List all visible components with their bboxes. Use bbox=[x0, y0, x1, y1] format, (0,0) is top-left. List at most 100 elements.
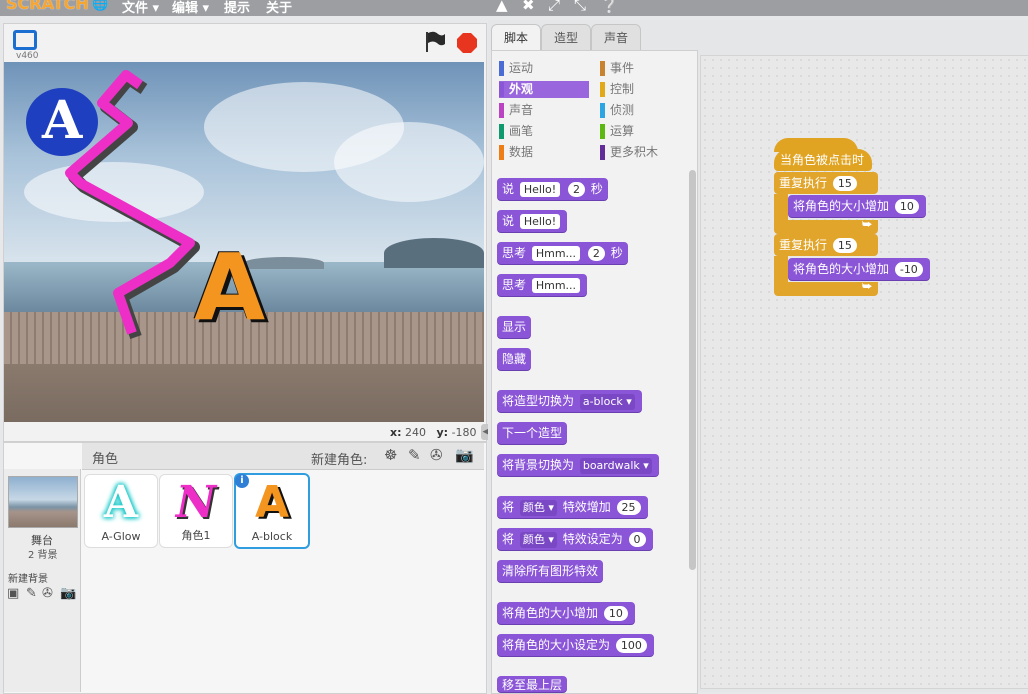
camera-backdrop-icon[interactable]: 📷 bbox=[60, 586, 76, 601]
think-text-input[interactable]: Hmm... bbox=[531, 246, 581, 261]
loop-arrow-icon: ⮩ bbox=[862, 280, 873, 293]
sprite-info-icon[interactable]: i bbox=[235, 474, 249, 488]
repeat-count-input-2[interactable]: 15 bbox=[832, 238, 857, 253]
category-swatch bbox=[499, 103, 504, 118]
version-label: v460 bbox=[16, 51, 39, 61]
repeat-count-input-1[interactable]: 15 bbox=[832, 176, 857, 191]
category-swatch bbox=[600, 145, 605, 160]
category-swatch bbox=[600, 124, 605, 139]
new-sprite-label: 新建角色: bbox=[311, 453, 368, 468]
category-swatch bbox=[499, 124, 504, 139]
size-amount-input-2[interactable]: -10 bbox=[894, 262, 923, 277]
choose-backdrop-icon[interactable]: ▣ bbox=[7, 586, 19, 601]
effect-dropdown[interactable]: 颜色 ▾ bbox=[519, 499, 557, 516]
set-size-block[interactable]: 将角色的大小设定为 100 bbox=[497, 634, 654, 656]
category-swatch bbox=[600, 103, 605, 118]
a-glow-sprite-letter: A bbox=[42, 90, 83, 151]
sprites-title: 角色 bbox=[92, 452, 119, 467]
think-text-input[interactable]: Hmm... bbox=[531, 278, 581, 293]
say-block[interactable]: 说 Hello! bbox=[497, 210, 568, 232]
change-size-block-1[interactable]: 将角色的大小增加 10 bbox=[788, 195, 926, 217]
stop-icon[interactable] bbox=[456, 32, 478, 57]
show-block[interactable]: 显示 bbox=[497, 316, 532, 338]
category-swatch bbox=[499, 61, 504, 76]
switch-costume-block[interactable]: 将造型切换为 a-block ▾ bbox=[497, 390, 642, 412]
category-more-blocks[interactable]: 更多积木 bbox=[600, 144, 698, 161]
upload-sprite-icon[interactable]: ✇ bbox=[430, 446, 443, 464]
change-size-block[interactable]: 将角色的大小增加 10 bbox=[497, 602, 635, 624]
upload-backdrop-icon[interactable]: ✇ bbox=[42, 586, 53, 601]
category-swatch bbox=[499, 82, 504, 97]
when-sprite-clicked-block[interactable]: 当角色被点击时 bbox=[774, 149, 872, 171]
sprite-name: A-Glow bbox=[101, 530, 141, 543]
help-icon[interactable]: ❔ bbox=[600, 0, 619, 14]
stage-thumbnail[interactable] bbox=[8, 476, 78, 528]
size-value-input[interactable]: 100 bbox=[615, 638, 647, 653]
effect-amount-input[interactable]: 25 bbox=[616, 500, 641, 515]
next-costume-block[interactable]: 下一个造型 bbox=[497, 422, 568, 444]
globe-icon[interactable]: 🌐 bbox=[92, 0, 108, 12]
say-secs-input[interactable]: 2 bbox=[567, 182, 585, 197]
shrink-icon[interactable]: ⤡ bbox=[574, 0, 586, 14]
a-block-sprite[interactable]: A bbox=[194, 242, 265, 334]
category-sound[interactable]: 声音 bbox=[499, 102, 597, 119]
say-for-secs-block[interactable]: 说 Hello! 2 秒 bbox=[497, 178, 608, 200]
set-effect-block[interactable]: 将 颜色 ▾ 特效设定为 0 bbox=[497, 528, 653, 550]
go-to-front-block[interactable]: 移至最上层 bbox=[497, 676, 568, 692]
hide-block[interactable]: 隐藏 bbox=[497, 348, 532, 370]
category-data[interactable]: 数据 bbox=[499, 144, 597, 161]
think-block[interactable]: 思考 Hmm... bbox=[497, 274, 588, 296]
category-events[interactable]: 事件 bbox=[600, 60, 698, 77]
duplicate-icon[interactable]: ▲ bbox=[496, 0, 508, 14]
mouse-coords: x: 240 y: -180 bbox=[390, 426, 477, 439]
change-size-block-2[interactable]: 将角色的大小增加 -10 bbox=[788, 258, 930, 280]
paint-backdrop-icon[interactable]: ✎ bbox=[26, 586, 37, 601]
mountain bbox=[384, 238, 484, 268]
green-flag-icon[interactable] bbox=[424, 30, 446, 57]
fullscreen-icon[interactable] bbox=[13, 30, 37, 50]
hat-cap bbox=[774, 138, 858, 152]
scratch-logo[interactable]: SCRATCH bbox=[6, 0, 89, 13]
delete-icon[interactable]: ✖ bbox=[522, 0, 535, 14]
size-amount-input-1[interactable]: 10 bbox=[894, 199, 919, 214]
clear-effects-block[interactable]: 清除所有图形特效 bbox=[497, 560, 604, 582]
category-sensing[interactable]: 侦测 bbox=[600, 102, 698, 119]
menu-edit[interactable]: 编辑 ▾ bbox=[172, 0, 209, 16]
category-motion[interactable]: 运动 bbox=[499, 60, 597, 77]
cloud bbox=[334, 122, 484, 202]
role1-thumb-glyph: N bbox=[175, 477, 217, 528]
category-looks[interactable]: 外观 bbox=[499, 81, 589, 98]
effect-value-input[interactable]: 0 bbox=[628, 532, 646, 547]
sprite-thumb-role1[interactable]: N 角色1 bbox=[159, 474, 233, 548]
category-pen[interactable]: 画笔 bbox=[499, 123, 597, 140]
think-secs-input[interactable]: 2 bbox=[587, 246, 605, 261]
paint-sprite-icon[interactable]: ✎ bbox=[408, 446, 421, 464]
category-operators[interactable]: 运算 bbox=[600, 123, 698, 140]
palette-scrollbar[interactable] bbox=[689, 170, 696, 570]
repeat-block-1[interactable]: 重复执行 15 次 bbox=[774, 172, 878, 212]
tab-scripts[interactable]: 脚本 bbox=[491, 24, 541, 52]
change-effect-block[interactable]: 将 颜色 ▾ 特效增加 25 bbox=[497, 496, 648, 518]
sprite-thumb-a-glow[interactable]: A A-Glow bbox=[84, 474, 158, 548]
stage-canvas[interactable]: A A bbox=[4, 62, 484, 422]
switch-backdrop-block[interactable]: 将背景切换为 boardwalk ▾ bbox=[497, 454, 659, 476]
menu-about[interactable]: 关于 bbox=[266, 0, 292, 16]
choose-sprite-icon[interactable]: ☸ bbox=[384, 446, 397, 464]
backdrop-dropdown[interactable]: boardwalk ▾ bbox=[579, 457, 652, 474]
effect-dropdown[interactable]: 颜色 ▾ bbox=[519, 531, 557, 548]
think-for-secs-block[interactable]: 思考 Hmm... 2 秒 bbox=[497, 242, 628, 264]
repeat-block-2[interactable]: 重复执行 15 次 bbox=[774, 234, 878, 274]
grow-icon[interactable]: ⤢ bbox=[548, 0, 560, 14]
size-amount-input[interactable]: 10 bbox=[603, 606, 628, 621]
say-text-input[interactable]: Hello! bbox=[519, 182, 561, 197]
menu-tips[interactable]: 提示 bbox=[224, 0, 250, 16]
say-text-input[interactable]: Hello! bbox=[519, 214, 561, 229]
tab-costumes[interactable]: 造型 bbox=[541, 24, 591, 51]
sprite-name: A-block bbox=[251, 530, 293, 543]
category-control[interactable]: 控制 bbox=[600, 81, 698, 98]
menu-file[interactable]: 文件 ▾ bbox=[122, 0, 159, 16]
costume-dropdown[interactable]: a-block ▾ bbox=[579, 393, 635, 410]
backdrop-count: 2 背景 bbox=[28, 550, 58, 561]
tab-sounds[interactable]: 声音 bbox=[591, 24, 641, 51]
camera-sprite-icon[interactable]: 📷 bbox=[455, 446, 474, 464]
